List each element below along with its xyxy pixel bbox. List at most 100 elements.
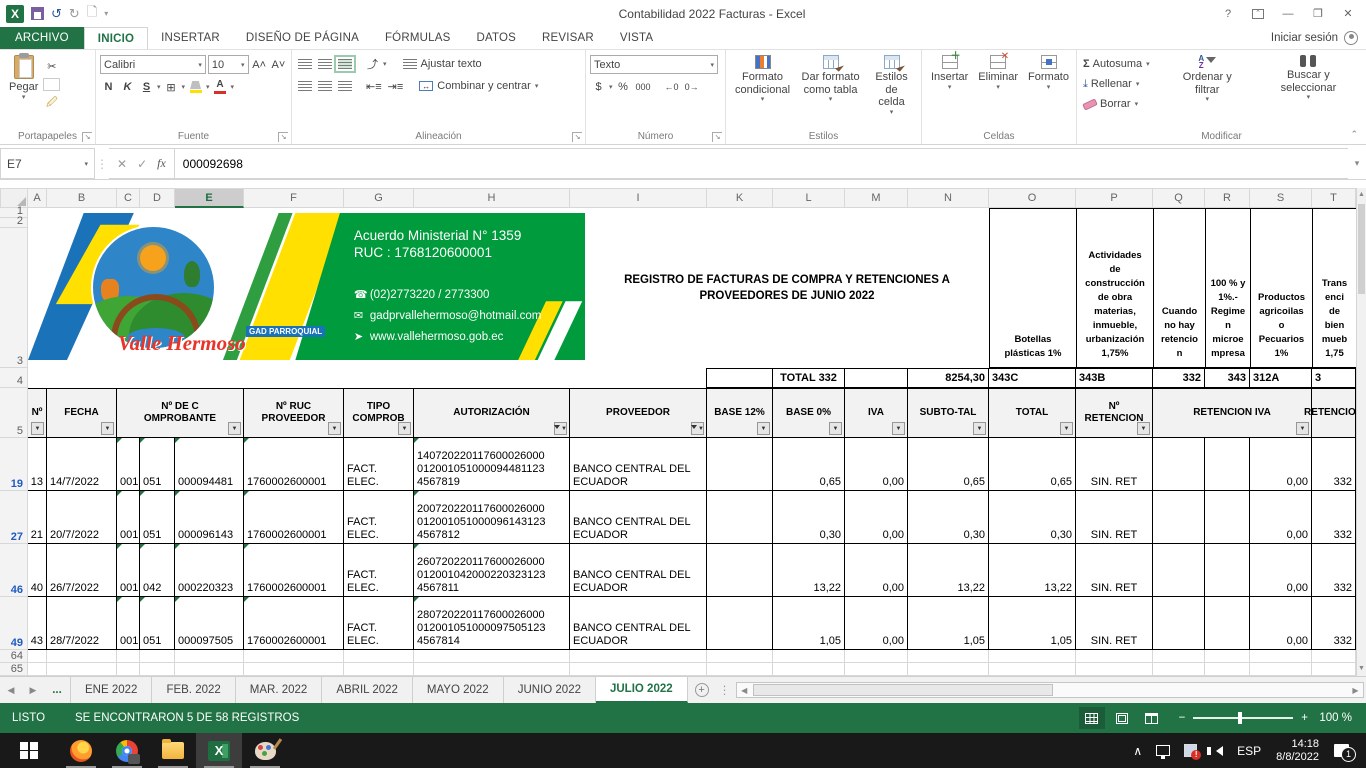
total-cell-T[interactable]: 3 xyxy=(1312,368,1356,388)
conditional-formatting-button[interactable]: Formato condicional▾ xyxy=(730,53,795,119)
cell-P49[interactable]: SIN. RET xyxy=(1076,597,1153,650)
sort-filter-button[interactable]: AZ Ordenar y filtrar▾ xyxy=(1166,53,1249,113)
excel-app-icon[interactable]: X xyxy=(6,5,24,23)
table-header-A[interactable]: Nº▼ xyxy=(28,388,47,438)
cell-N46[interactable]: 13,22 xyxy=(908,544,989,597)
cell-S49[interactable]: 0,00 xyxy=(1250,597,1312,650)
empty-cell[interactable] xyxy=(414,650,570,663)
filter-dropdown-icon[interactable]: ▼ xyxy=(328,422,341,435)
page-layout-view-icon[interactable] xyxy=(1109,707,1135,729)
insert-function-icon[interactable]: fx xyxy=(157,156,166,171)
align-right-button[interactable] xyxy=(336,77,354,95)
cell-R46[interactable] xyxy=(1205,544,1250,597)
cell-D19[interactable]: 051 xyxy=(140,438,175,491)
empty-cell[interactable] xyxy=(117,650,140,663)
clear-button[interactable]: Borrar▾ xyxy=(1081,95,1152,113)
table-header-H[interactable]: AUTORIZACIÓN▼ xyxy=(414,388,570,438)
column-header-N[interactable]: N xyxy=(908,188,989,208)
tall-header-S[interactable]: Productos agricoilas o Pecuarios 1% xyxy=(1250,208,1313,368)
action-center-icon[interactable] xyxy=(1327,733,1366,768)
total-cell-R[interactable]: 343 xyxy=(1205,368,1250,388)
ribbon-tab-archivo[interactable]: ARCHIVO xyxy=(0,27,84,49)
table-header-I[interactable]: PROVEEDOR▼ xyxy=(570,388,707,438)
cell-T27[interactable]: 332 xyxy=(1312,491,1356,544)
scroll-left-icon[interactable]: ◀ xyxy=(737,683,752,697)
tall-header-O[interactable]: Botellas plásticas 1% xyxy=(989,208,1077,368)
cell-H27[interactable]: 200720220117600026000 012001051000096143… xyxy=(414,491,570,544)
cell-styles-button[interactable]: Estilos de celda▾ xyxy=(866,53,917,119)
column-header-T[interactable]: T xyxy=(1312,188,1356,208)
horizontal-scrollbar[interactable]: ◀ ▶ xyxy=(736,682,1364,698)
tab-scroll-right-icon[interactable]: ▶ xyxy=(22,677,44,703)
cell-C27[interactable]: 001 xyxy=(117,491,140,544)
empty-cell[interactable] xyxy=(47,650,117,663)
row-header-2[interactable]: 2 xyxy=(0,218,28,228)
tab-scroll-left-icon[interactable]: ◀ xyxy=(0,677,22,703)
grow-font-button[interactable]: A˄ xyxy=(251,56,268,74)
column-header-A[interactable]: A xyxy=(28,188,47,208)
scroll-right-icon[interactable]: ▶ xyxy=(1348,683,1363,697)
empty-cell[interactable] xyxy=(175,650,244,663)
fill-color-button[interactable] xyxy=(187,78,204,96)
zoom-level[interactable]: 100 % xyxy=(1316,712,1356,724)
row-header-27[interactable]: 27 xyxy=(0,491,28,544)
cell-D49[interactable]: 051 xyxy=(140,597,175,650)
underline-button[interactable]: S xyxy=(138,78,155,96)
empty-cell[interactable] xyxy=(1205,650,1250,663)
copy-button[interactable] xyxy=(43,78,60,91)
align-middle-button[interactable] xyxy=(316,55,334,73)
empty-cell[interactable] xyxy=(845,650,908,663)
select-all-corner[interactable] xyxy=(0,188,28,208)
cell-D27[interactable]: 051 xyxy=(140,491,175,544)
paste-button[interactable]: Pegar▾ xyxy=(4,53,43,112)
column-header-G[interactable]: G xyxy=(344,188,414,208)
column-header-M[interactable]: M xyxy=(845,188,908,208)
close-icon[interactable]: ✕ xyxy=(1334,3,1362,25)
column-header-S[interactable]: S xyxy=(1250,188,1312,208)
empty-cell[interactable] xyxy=(1076,663,1153,676)
cell-F46[interactable]: 1760002600001 xyxy=(244,544,344,597)
row-header-19[interactable]: 19 xyxy=(0,438,28,491)
cell-K27[interactable] xyxy=(707,491,773,544)
cell-Q46[interactable] xyxy=(1153,544,1205,597)
cell-F27[interactable]: 1760002600001 xyxy=(244,491,344,544)
row-header-46[interactable]: 46 xyxy=(0,544,28,597)
table-header-M[interactable]: IVA▼ xyxy=(845,388,908,438)
format-as-table-button[interactable]: Dar formato como tabla▾ xyxy=(795,53,866,119)
align-center-button[interactable] xyxy=(316,77,334,95)
cell-A19[interactable]: 13 xyxy=(28,438,47,491)
cell-N27[interactable]: 0,30 xyxy=(908,491,989,544)
cell-F49[interactable]: 1760002600001 xyxy=(244,597,344,650)
ribbon-tab-f-rmulas[interactable]: FÓRMULAS xyxy=(372,27,464,49)
table-header-G[interactable]: TIPO COMPROB▼ xyxy=(344,388,414,438)
empty-cell[interactable] xyxy=(1205,663,1250,676)
filter-dropdown-icon[interactable]: ▼ xyxy=(829,422,842,435)
filter-dropdown-icon[interactable]: ▼ xyxy=(892,422,905,435)
table-header-F[interactable]: Nº RUC PROVEEDOR▼ xyxy=(244,388,344,438)
empty-cell[interactable] xyxy=(989,663,1076,676)
column-header-I[interactable]: I xyxy=(570,188,707,208)
row-header-3[interactable]: 3 xyxy=(0,228,28,368)
cell-B27[interactable]: 20/7/2022 xyxy=(47,491,117,544)
sheet-tab-junio-2022[interactable]: JUNIO 2022 xyxy=(504,677,596,703)
confirm-entry-icon[interactable]: ✓ xyxy=(137,157,147,171)
sheet-tab-ene-2022[interactable]: ENE 2022 xyxy=(70,677,152,703)
cell-M49[interactable]: 0,00 xyxy=(845,597,908,650)
total-cell-Q[interactable]: 332 xyxy=(1153,368,1205,388)
cell-C46[interactable]: 001 xyxy=(117,544,140,597)
minimize-icon[interactable]: — xyxy=(1274,3,1302,25)
bold-button[interactable]: N xyxy=(100,78,117,96)
italic-button[interactable]: K xyxy=(119,78,136,96)
ribbon-tab-revisar[interactable]: REVISAR xyxy=(529,27,607,49)
cell-H46[interactable]: 260720220117600026000 012001042000220323… xyxy=(414,544,570,597)
tab-splitter[interactable]: ⋮ xyxy=(716,677,734,703)
empty-cell[interactable] xyxy=(140,650,175,663)
show-hidden-icons[interactable]: ∧ xyxy=(1126,733,1149,768)
table-header-QRS[interactable]: RETENCION IVA▼ xyxy=(1153,388,1312,438)
total-cell-N[interactable]: 8254,30 xyxy=(908,368,989,388)
excel-taskbar-icon[interactable]: X xyxy=(196,733,242,768)
cell-B49[interactable]: 28/7/2022 xyxy=(47,597,117,650)
total-cell-S[interactable]: 312A xyxy=(1250,368,1312,388)
horizontal-scroll-thumb[interactable] xyxy=(753,684,1053,696)
delete-cells-button[interactable]: ✕ Eliminar▾ xyxy=(973,53,1023,94)
